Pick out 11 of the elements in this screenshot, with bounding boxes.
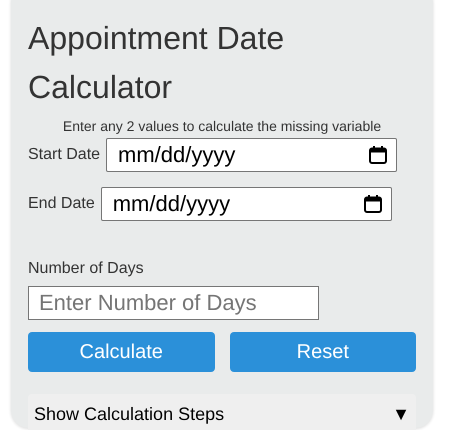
days-input-field[interactable]: Enter Number of Days	[28, 286, 319, 320]
date-field[interactable]: mm/dd/yyyy	[106, 138, 398, 172]
calendar-icon[interactable]	[368, 145, 388, 165]
date-label: End Date	[28, 195, 95, 213]
date-field[interactable]: mm/dd/yyyy	[100, 187, 392, 221]
instructions-text: Enter any 2 values to calculate the missing variable	[62, 118, 382, 134]
calculator-title: Appointment Date Calculator	[28, 19, 286, 107]
steps-toggle[interactable]: Show Calculation Steps ▼	[28, 394, 416, 430]
calendar-icon[interactable]	[362, 194, 383, 214]
days-label: Number of Days	[28, 260, 144, 278]
date-label: Start Date	[28, 146, 100, 164]
